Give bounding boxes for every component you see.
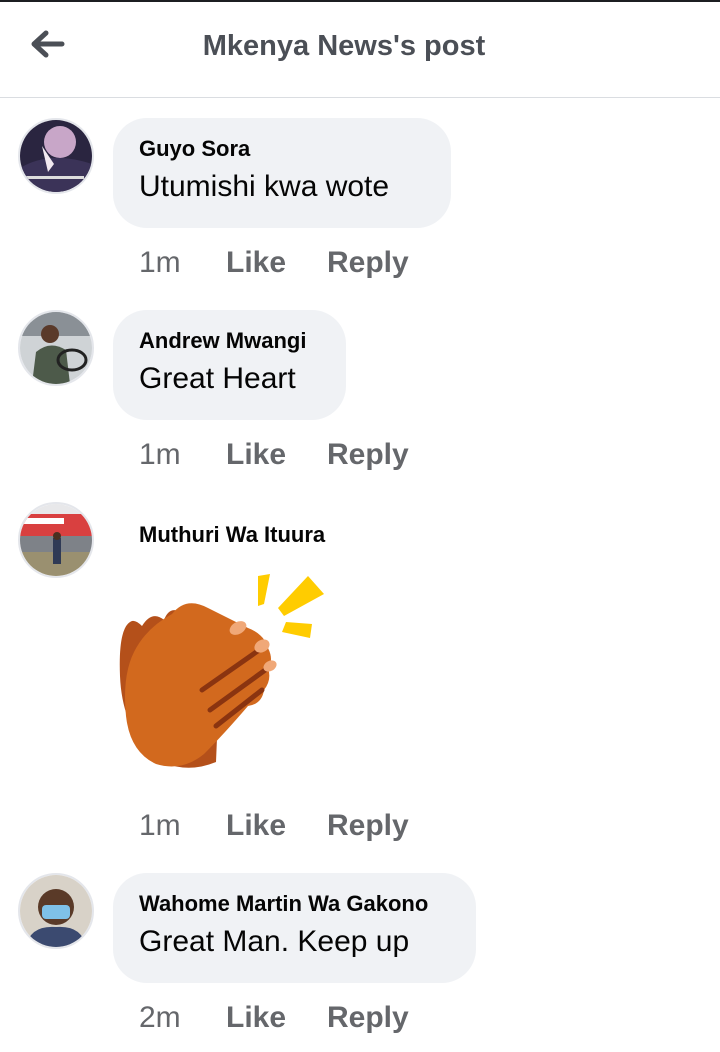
- comment-timestamp: 1m: [139, 438, 181, 471]
- avatar[interactable]: [18, 310, 94, 386]
- comment-text: Great Man. Keep up: [139, 925, 410, 958]
- comment-timestamp: 1m: [139, 246, 181, 279]
- comment-timestamp: 1m: [139, 809, 181, 842]
- reply-button[interactable]: Reply: [327, 1001, 409, 1035]
- comment-bubble[interactable]: Wahome Martin Wa Gakono Great Man. Keep …: [113, 873, 476, 983]
- comment-text: Utumishi kwa wote: [139, 170, 390, 203]
- comment-text: Great Heart: [139, 362, 296, 395]
- comment-bubble[interactable]: Guyo Sora Utumishi kwa wote: [113, 118, 451, 228]
- page-title: Mkenya News's post: [202, 30, 486, 62]
- like-button[interactable]: Like: [226, 1001, 286, 1035]
- reply-button[interactable]: Reply: [327, 438, 409, 472]
- avatar[interactable]: [18, 502, 94, 578]
- like-button[interactable]: Like: [226, 809, 286, 843]
- comment-author[interactable]: Guyo Sora: [139, 136, 424, 162]
- comment-timestamp: 2m: [139, 1001, 181, 1034]
- comment-author[interactable]: Muthuri Wa Ituura: [139, 522, 325, 548]
- like-button[interactable]: Like: [226, 246, 286, 280]
- comment-author[interactable]: Wahome Martin Wa Gakono: [139, 891, 449, 917]
- like-button[interactable]: Like: [226, 438, 286, 472]
- comment-bubble[interactable]: Andrew Mwangi Great Heart: [113, 310, 346, 420]
- reply-button[interactable]: Reply: [327, 246, 409, 280]
- reply-button[interactable]: Reply: [327, 809, 409, 843]
- avatar[interactable]: [18, 118, 94, 194]
- avatar[interactable]: [18, 873, 94, 949]
- comment-author[interactable]: Andrew Mwangi: [139, 328, 319, 354]
- clapping-hands-icon[interactable]: [112, 566, 332, 776]
- top-bar: Mkenya News's post: [0, 2, 720, 98]
